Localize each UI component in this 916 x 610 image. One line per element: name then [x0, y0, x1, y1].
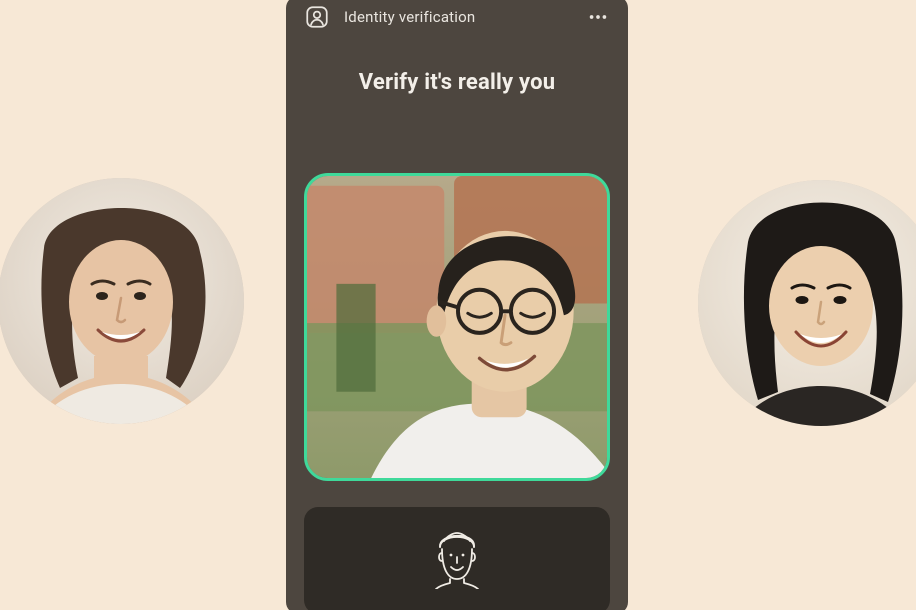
identity-icon	[304, 4, 330, 30]
topbar-title: Identity verification	[344, 8, 572, 26]
page-title: Verify it's really you	[286, 70, 628, 95]
more-button[interactable]	[586, 5, 610, 29]
face-outline-icon	[430, 525, 484, 593]
avatar	[698, 180, 916, 426]
topbar: Identity verification	[286, 0, 628, 36]
camera-viewfinder[interactable]	[304, 173, 610, 481]
camera-feed-placeholder-icon	[307, 176, 607, 478]
more-horizontal-icon	[587, 6, 609, 28]
portrait-placeholder-icon	[698, 180, 916, 426]
phone-mockup: Identity verification Verify it's really…	[286, 0, 628, 610]
avatar	[0, 178, 244, 424]
portrait-placeholder-icon	[0, 178, 244, 424]
instruction-card	[304, 507, 610, 610]
